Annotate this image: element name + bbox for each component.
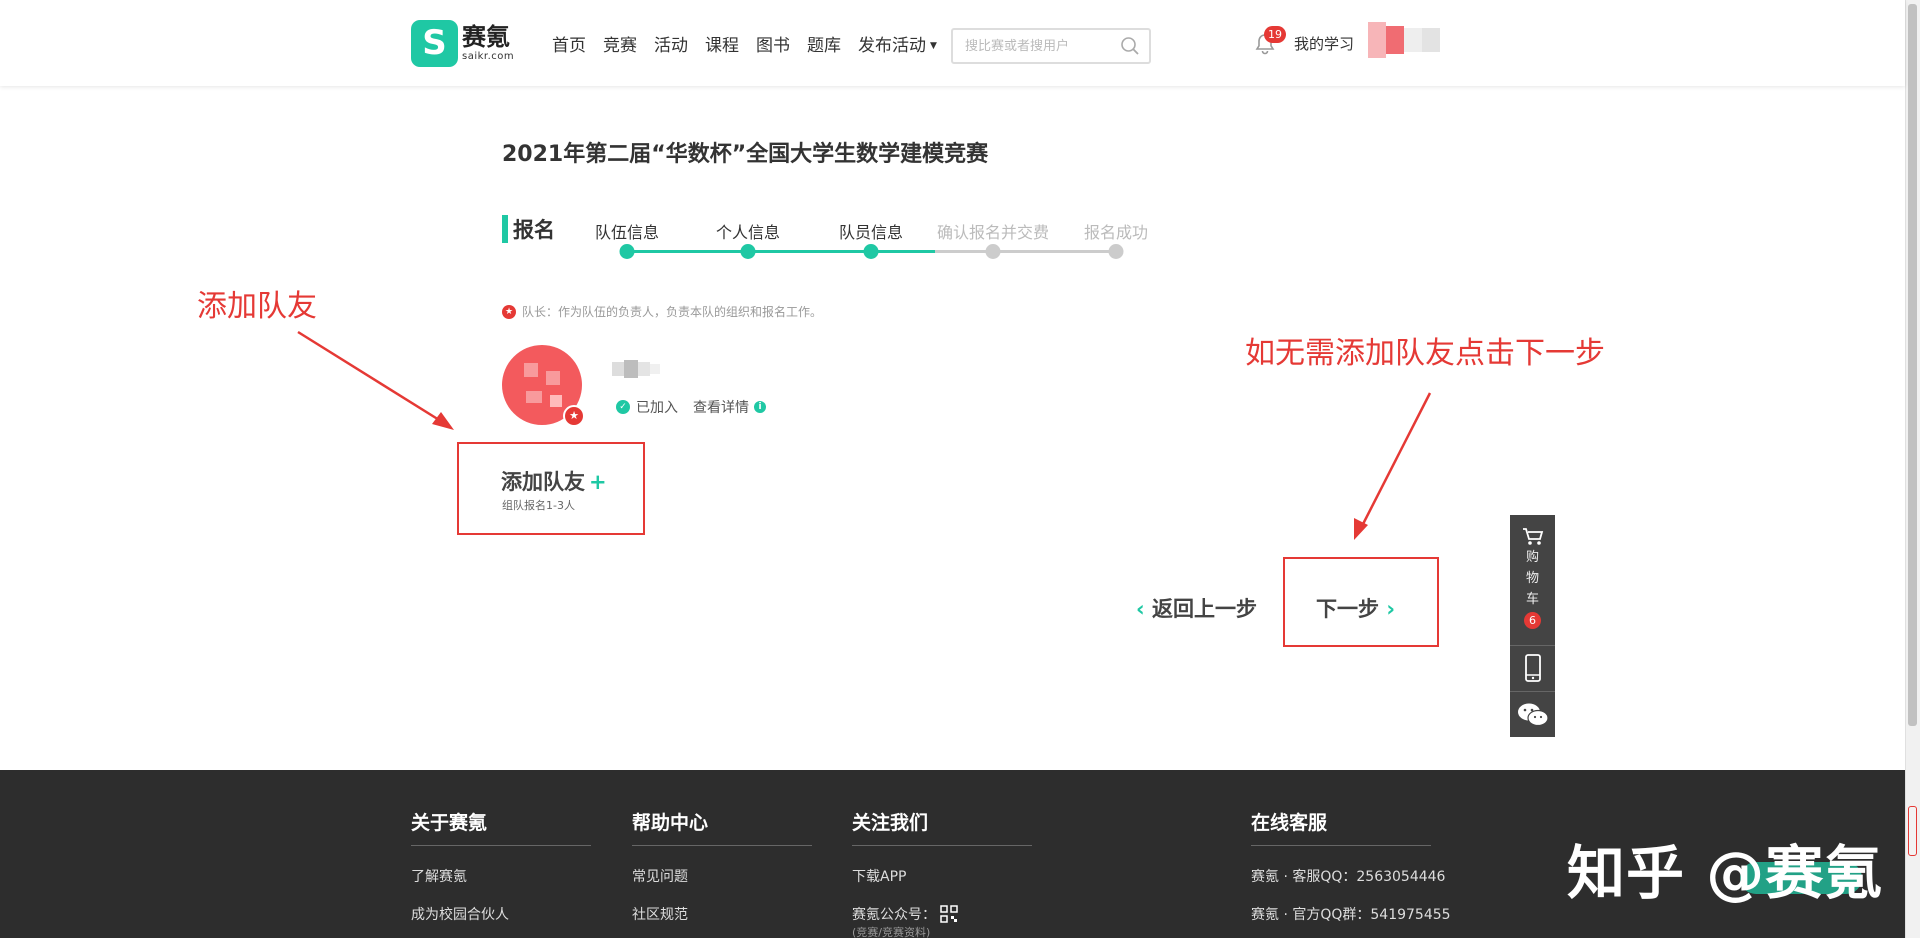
- search-icon[interactable]: [1120, 36, 1140, 56]
- step-dot: [740, 244, 756, 259]
- step-dot: [985, 244, 1001, 259]
- footer-official-account-note: (竞赛/竞赛资料): [852, 926, 931, 938]
- footer-link-download-app[interactable]: 下载APP: [852, 866, 906, 886]
- step-dot: [863, 244, 879, 259]
- mobile-app-button[interactable]: [1510, 645, 1555, 690]
- step-success: 报名成功: [1083, 223, 1149, 242]
- chevron-left-icon: ‹: [1136, 597, 1145, 621]
- footer-service-qq[interactable]: 赛氪 · 客服QQ：2563054446: [1251, 866, 1445, 886]
- page: S 赛氪 saikr.com 首页 竞赛 活动 课程 图书 题库 发布活动▼ 1…: [0, 0, 1920, 938]
- logo-name: 赛氪: [462, 22, 510, 51]
- notification-badge: 19: [1264, 26, 1286, 43]
- nav-question-bank[interactable]: 题库: [807, 31, 841, 56]
- search-box: [951, 28, 1151, 64]
- caret-down-icon: ▼: [930, 41, 937, 51]
- footer-col-about: 关于赛氪: [411, 808, 591, 846]
- logo-domain: saikr.com: [462, 50, 515, 62]
- nav-books[interactable]: 图书: [756, 31, 790, 56]
- footer-link-partner[interactable]: 成为校园合伙人: [411, 904, 509, 924]
- cart-icon: [1522, 528, 1543, 545]
- add-member-button[interactable]: 添加队友 +: [501, 466, 607, 496]
- wechat-icon: [1517, 703, 1549, 726]
- member-status: ✓ 已加入: [616, 397, 678, 417]
- step-personal-info: 个人信息: [715, 223, 781, 242]
- member-name-blurred: [612, 360, 662, 378]
- member-detail-link[interactable]: 查看详情 i: [693, 397, 766, 417]
- progress-fill: [627, 250, 935, 253]
- scrollbar-thumb[interactable]: [1908, 4, 1917, 726]
- step-dot: [619, 244, 635, 259]
- cart-count-badge: 6: [1524, 612, 1541, 629]
- step-dot: [1108, 244, 1124, 259]
- star-icon: ★: [502, 304, 516, 319]
- zhihu-watermark: 知乎 @赛氪: [1567, 839, 1884, 907]
- step-team-info: 队伍信息: [594, 223, 660, 242]
- nav-courses[interactable]: 课程: [705, 31, 739, 56]
- scrollbar-marker: [1908, 806, 1917, 856]
- logo-mark-icon: S: [411, 19, 458, 67]
- footer-link-rules[interactable]: 社区规范: [632, 904, 688, 924]
- main-nav: 首页 竞赛 活动 课程 图书 题库 发布活动 ▼: [552, 31, 954, 56]
- cart-button[interactable]: 购 物 车 6: [1510, 515, 1555, 644]
- arrow-head-left: [432, 412, 454, 430]
- page-title: 2021年第二届“华数杯”全国大学生数学建模竞赛: [502, 142, 989, 167]
- nav-home[interactable]: 首页: [552, 31, 586, 56]
- step-confirm-pay: 确认报名并交费: [936, 223, 1050, 242]
- section-label: 报名: [513, 218, 555, 242]
- phone-icon: [1524, 654, 1541, 682]
- back-button[interactable]: ‹ 返回上一步: [1136, 593, 1257, 623]
- top-header: S 赛氪 saikr.com 首页 竞赛 活动 课程 图书 题库 发布活动▼ 1…: [0, 0, 1905, 86]
- nav-competitions[interactable]: 竞赛: [603, 31, 637, 56]
- annotation-add-member: 添加队友: [197, 289, 317, 324]
- captain-star-icon: ★: [563, 405, 585, 427]
- footer-col-service: 在线客服: [1251, 808, 1431, 846]
- info-icon: i: [754, 401, 766, 413]
- nav-publish-activity[interactable]: 发布活动 ▼: [858, 31, 937, 56]
- arrow-line-right: [1359, 392, 1432, 529]
- qr-code-icon[interactable]: [940, 905, 958, 923]
- user-avatar[interactable]: [1368, 22, 1440, 58]
- check-icon: ✓: [616, 400, 630, 414]
- plus-icon: +: [589, 470, 607, 494]
- wechat-button[interactable]: [1510, 691, 1555, 737]
- site-logo[interactable]: S 赛氪 saikr.com: [411, 19, 523, 67]
- footer-official-account: 赛氪公众号：: [852, 907, 936, 923]
- step-member-info: 队员信息: [838, 223, 904, 242]
- footer-col-help: 帮助中心: [632, 808, 812, 846]
- arrow-line-left: [297, 330, 445, 425]
- next-button[interactable]: 下一步 ›: [1316, 593, 1395, 623]
- footer-link-faq[interactable]: 常见问题: [632, 866, 688, 886]
- nav-activities[interactable]: 活动: [654, 31, 688, 56]
- arrow-head-right: [1354, 518, 1368, 540]
- footer-link-about[interactable]: 了解赛氪: [411, 866, 467, 886]
- section-accent-bar: [502, 215, 508, 243]
- my-study-link[interactable]: 我的学习: [1294, 33, 1354, 54]
- footer-service-qq-group[interactable]: 赛氪 · 官方QQ群：541975455: [1251, 904, 1451, 924]
- captain-notice: ★ 队长：作为队伍的负责人，负责本队的组织和报名工作。: [502, 303, 822, 320]
- chevron-right-icon: ›: [1386, 597, 1395, 621]
- add-member-hint: 组队报名1-3人: [502, 499, 575, 512]
- search-input[interactable]: [953, 30, 1113, 62]
- footer-col-follow: 关注我们: [852, 808, 1032, 846]
- annotation-next-step: 如无需添加队友点击下一步: [1245, 336, 1605, 371]
